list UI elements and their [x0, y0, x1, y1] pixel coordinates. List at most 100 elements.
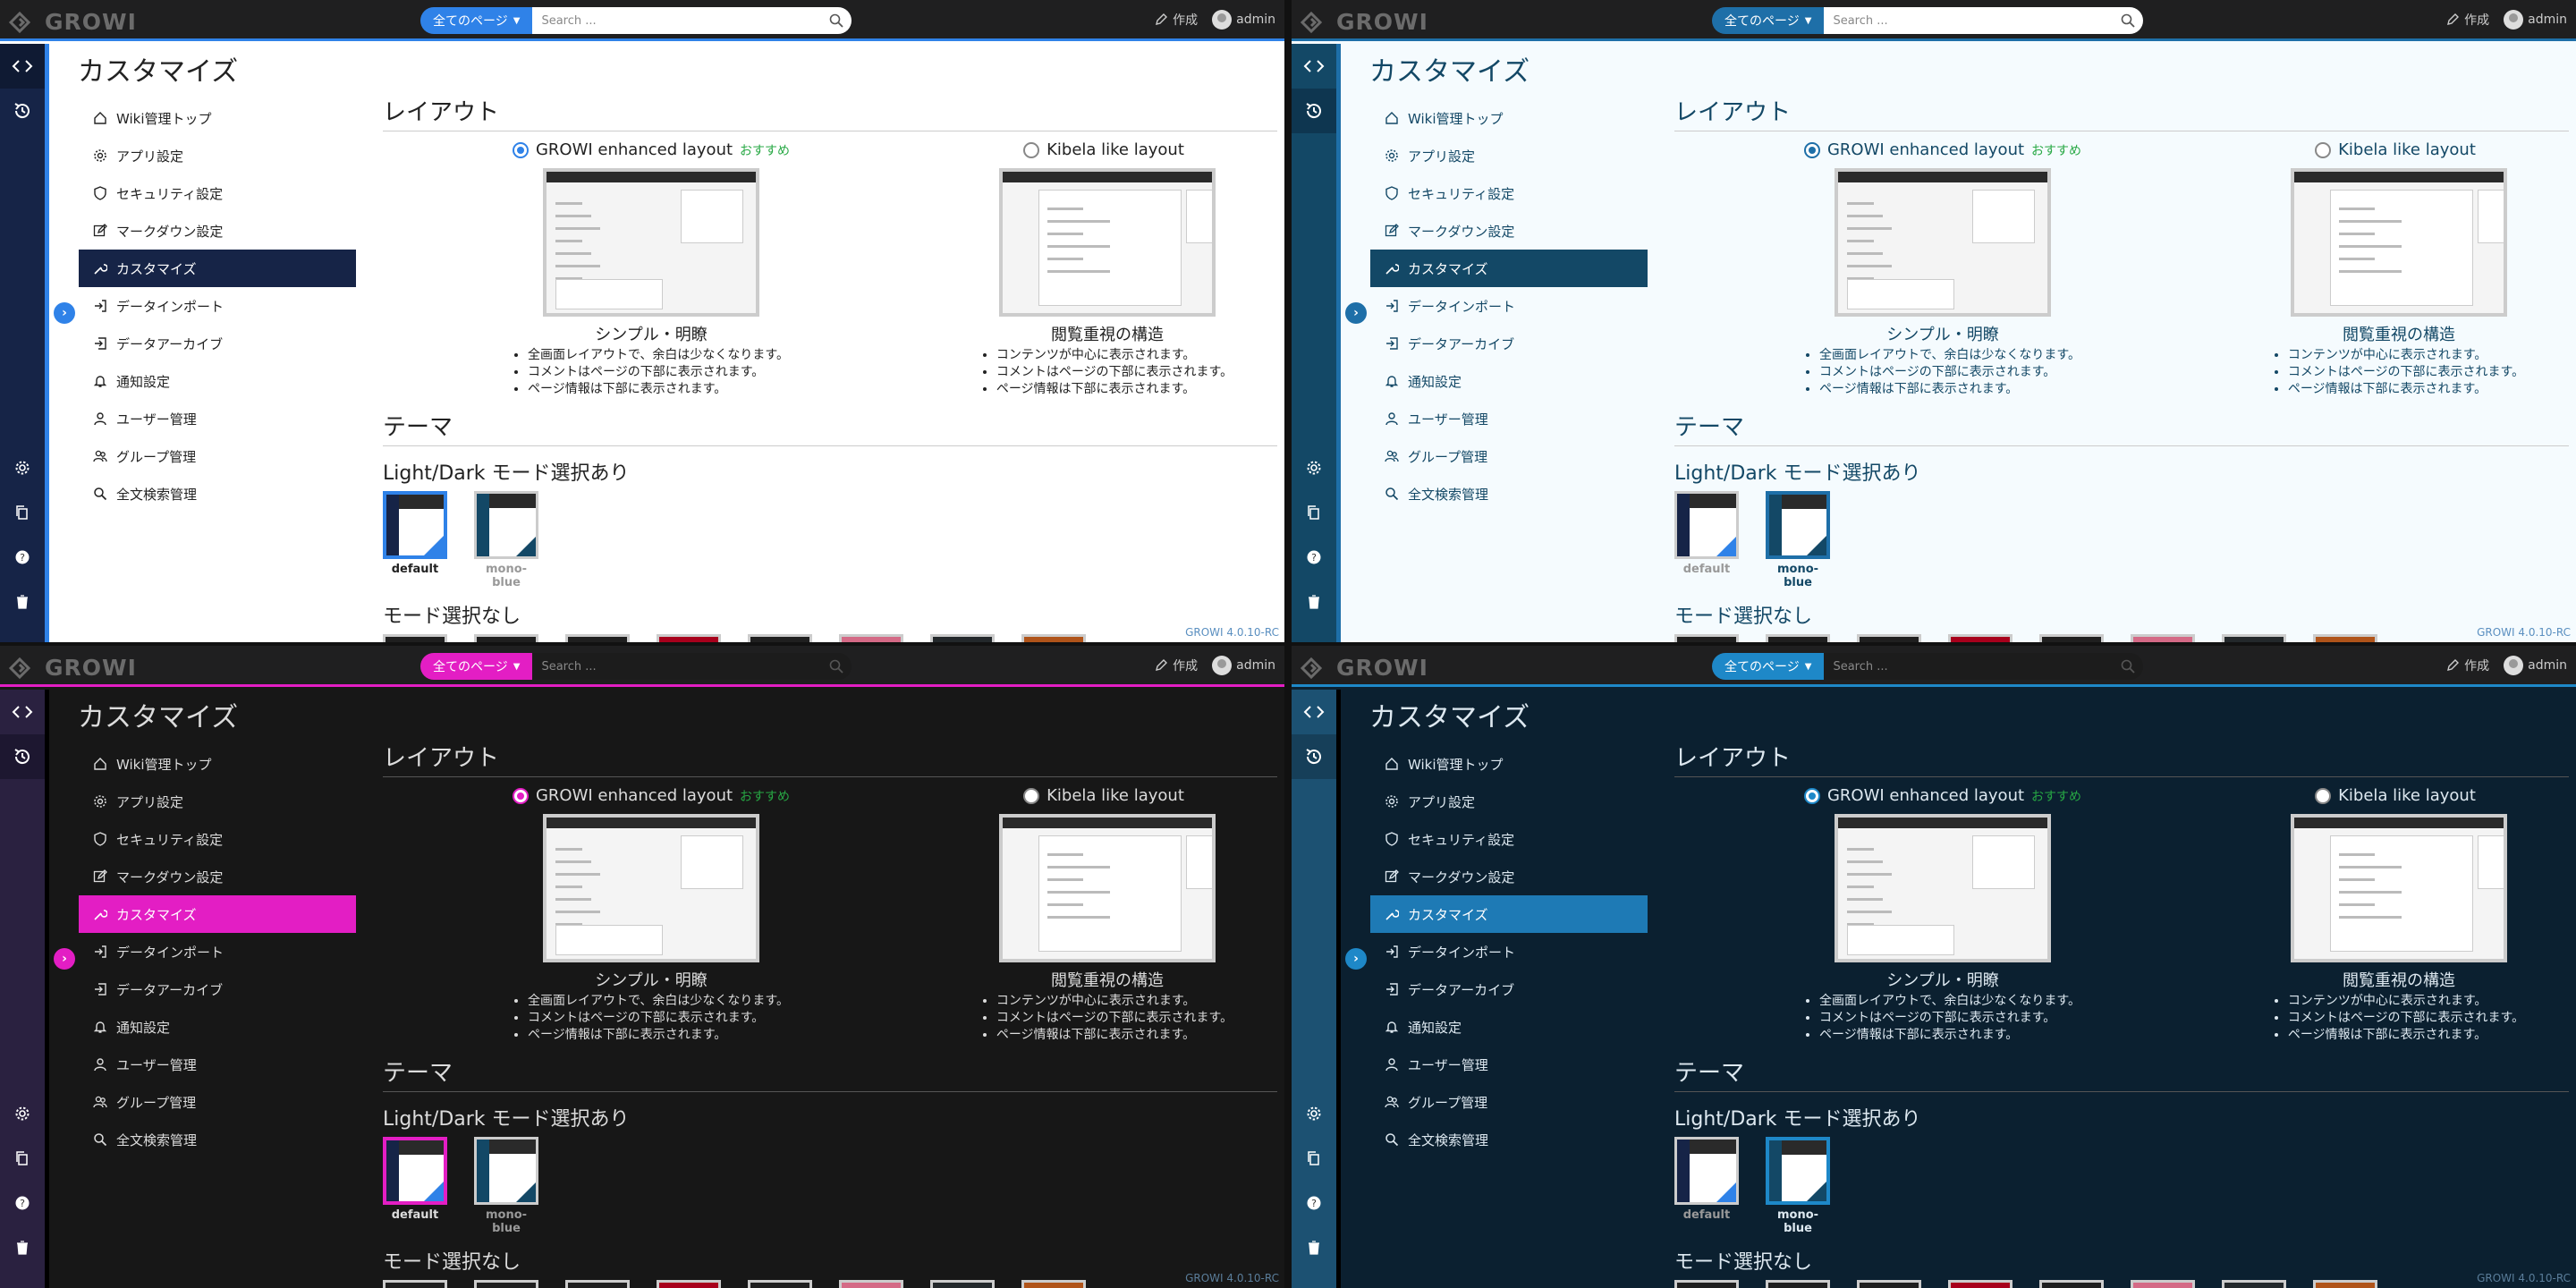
- admin-menu-item[interactable]: セキュリティ設定: [1370, 820, 1648, 858]
- layout-radio[interactable]: [1023, 787, 1040, 804]
- admin-menu-item[interactable]: カスタマイズ: [1370, 895, 1648, 933]
- theme-option[interactable]: mono-blue: [474, 491, 538, 589]
- growi-logo[interactable]: GROWI: [1299, 655, 1428, 681]
- layout-option[interactable]: Kibela like layout 閲覧重視の構造 コンテンツが中心に表示され…: [911, 786, 1284, 1044]
- admin-menu-item[interactable]: 通知設定: [79, 1008, 356, 1046]
- layout-thumbnail[interactable]: [999, 814, 1216, 962]
- nav-recent-button[interactable]: [0, 89, 45, 133]
- theme-swatch[interactable]: [2131, 1280, 2195, 1288]
- layout-thumbnail[interactable]: [1835, 168, 2051, 317]
- nav-trash-button[interactable]: [0, 1230, 45, 1266]
- growi-logo[interactable]: GROWI: [1299, 9, 1428, 35]
- layout-thumbnail[interactable]: [543, 168, 759, 317]
- nav-help-button[interactable]: ?: [1292, 539, 1336, 575]
- theme-swatch[interactable]: [2131, 634, 2195, 642]
- theme-thumbnail[interactable]: [474, 491, 538, 559]
- nav-help-button[interactable]: ?: [0, 539, 45, 575]
- layout-thumbnail[interactable]: [2291, 814, 2507, 962]
- search-input[interactable]: Search ...: [1824, 7, 2143, 34]
- layout-option[interactable]: GROWI enhanced layout おすすめ シンプル・明瞭 全画面レイ…: [1746, 786, 2140, 1044]
- create-page-button[interactable]: 作成: [1154, 657, 1198, 674]
- nav-help-button[interactable]: ?: [0, 1185, 45, 1221]
- admin-menu-item[interactable]: 通知設定: [1370, 1008, 1648, 1046]
- admin-menu-item[interactable]: カスタマイズ: [79, 895, 356, 933]
- nav-custom-sidebar-button[interactable]: [0, 44, 45, 89]
- theme-option[interactable]: default: [1674, 491, 1739, 589]
- theme-option[interactable]: default: [383, 491, 447, 589]
- theme-swatch[interactable]: [565, 1280, 630, 1288]
- theme-thumbnail[interactable]: [1766, 1137, 1830, 1205]
- theme-swatch[interactable]: [839, 1280, 903, 1288]
- search-icon[interactable]: [2120, 13, 2136, 29]
- admin-menu-item[interactable]: Wiki管理トップ: [79, 745, 356, 783]
- admin-menu-item[interactable]: データアーカイブ: [1370, 970, 1648, 1008]
- layout-radio[interactable]: [512, 787, 529, 804]
- theme-option[interactable]: mono-blue: [1766, 491, 1830, 589]
- admin-menu-item[interactable]: マークダウン設定: [1370, 858, 1648, 895]
- layout-option[interactable]: Kibela like layout 閲覧重視の構造 コンテンツが中心に表示され…: [2202, 786, 2576, 1044]
- layout-option[interactable]: Kibela like layout 閲覧重視の構造 コンテンツが中心に表示され…: [911, 140, 1284, 398]
- nav-custom-sidebar-button[interactable]: [1292, 44, 1336, 89]
- admin-menu-item[interactable]: セキュリティ設定: [79, 820, 356, 858]
- user-menu[interactable]: admin: [1212, 10, 1275, 30]
- admin-menu-item[interactable]: アプリ設定: [79, 783, 356, 820]
- admin-menu-item[interactable]: セキュリティ設定: [1370, 174, 1648, 212]
- search-scope-dropdown[interactable]: 全てのページ ▼: [1712, 653, 1825, 680]
- admin-menu-item[interactable]: グループ管理: [1370, 1083, 1648, 1121]
- theme-swatch[interactable]: [657, 634, 721, 642]
- layout-radio[interactable]: [1803, 141, 1820, 158]
- admin-menu-item[interactable]: マークダウン設定: [79, 858, 356, 895]
- theme-swatch[interactable]: [657, 1280, 721, 1288]
- admin-menu-item[interactable]: グループ管理: [79, 1083, 356, 1121]
- layout-radio-row[interactable]: GROWI enhanced layout おすすめ: [454, 786, 848, 805]
- nav-recent-button[interactable]: [0, 734, 45, 779]
- admin-menu-item[interactable]: マークダウン設定: [1370, 212, 1648, 250]
- admin-menu-item[interactable]: マークダウン設定: [79, 212, 356, 250]
- layout-radio[interactable]: [1023, 141, 1040, 158]
- search-icon[interactable]: [828, 658, 844, 674]
- admin-menu-item[interactable]: ユーザー管理: [79, 400, 356, 437]
- create-page-button[interactable]: 作成: [1154, 11, 1198, 29]
- admin-menu-item[interactable]: カスタマイズ: [1370, 250, 1648, 287]
- nav-drafts-button[interactable]: [0, 1140, 45, 1176]
- theme-swatch[interactable]: [1857, 1280, 1921, 1288]
- admin-menu-item[interactable]: データアーカイブ: [1370, 325, 1648, 362]
- theme-swatch[interactable]: [2313, 634, 2377, 642]
- theme-option[interactable]: default: [383, 1137, 447, 1235]
- admin-menu-item[interactable]: データインポート: [79, 287, 356, 325]
- search-input[interactable]: Search ...: [532, 653, 852, 680]
- nav-help-button[interactable]: ?: [1292, 1185, 1336, 1221]
- admin-menu-item[interactable]: ユーザー管理: [79, 1046, 356, 1083]
- layout-radio-row[interactable]: GROWI enhanced layout おすすめ: [454, 140, 848, 159]
- nav-custom-sidebar-button[interactable]: [1292, 690, 1336, 734]
- theme-option[interactable]: default: [1674, 1137, 1739, 1235]
- theme-thumbnail[interactable]: [1674, 1137, 1739, 1205]
- admin-menu-item[interactable]: 通知設定: [79, 362, 356, 400]
- layout-radio-row[interactable]: Kibela like layout: [911, 786, 1284, 805]
- search-scope-dropdown[interactable]: 全てのページ ▼: [420, 7, 533, 34]
- layout-thumbnail[interactable]: [1835, 814, 2051, 962]
- nav-recent-button[interactable]: [1292, 734, 1336, 779]
- theme-option[interactable]: mono-blue: [1766, 1137, 1830, 1235]
- nav-admin-button[interactable]: [1292, 1096, 1336, 1131]
- theme-swatch[interactable]: [383, 634, 447, 642]
- layout-option[interactable]: GROWI enhanced layout おすすめ シンプル・明瞭 全画面レイ…: [454, 786, 848, 1044]
- nav-admin-button[interactable]: [0, 450, 45, 486]
- admin-menu-item[interactable]: 全文検索管理: [79, 1121, 356, 1158]
- theme-swatch[interactable]: [1766, 1280, 1830, 1288]
- nav-admin-button[interactable]: [1292, 450, 1336, 486]
- growi-logo[interactable]: GROWI: [7, 655, 137, 681]
- theme-swatch[interactable]: [2313, 1280, 2377, 1288]
- admin-menu-item[interactable]: アプリ設定: [1370, 783, 1648, 820]
- layout-radio[interactable]: [2315, 141, 2332, 158]
- theme-swatch[interactable]: [839, 634, 903, 642]
- admin-menu-item[interactable]: 全文検索管理: [1370, 1121, 1648, 1158]
- nav-drafts-button[interactable]: [0, 495, 45, 530]
- nav-trash-button[interactable]: [0, 584, 45, 620]
- admin-menu-item[interactable]: 全文検索管理: [1370, 475, 1648, 513]
- layout-radio-row[interactable]: Kibela like layout: [911, 140, 1284, 159]
- create-page-button[interactable]: 作成: [2445, 11, 2489, 29]
- theme-swatch[interactable]: [1021, 634, 1086, 642]
- layout-radio-row[interactable]: GROWI enhanced layout おすすめ: [1746, 140, 2140, 159]
- theme-swatch[interactable]: [748, 634, 812, 642]
